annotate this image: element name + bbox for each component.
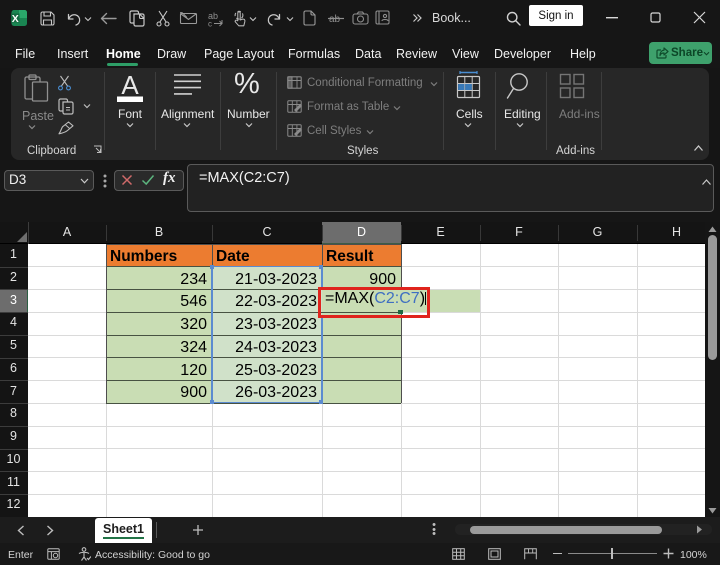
svg-text:A: A bbox=[121, 72, 139, 100]
